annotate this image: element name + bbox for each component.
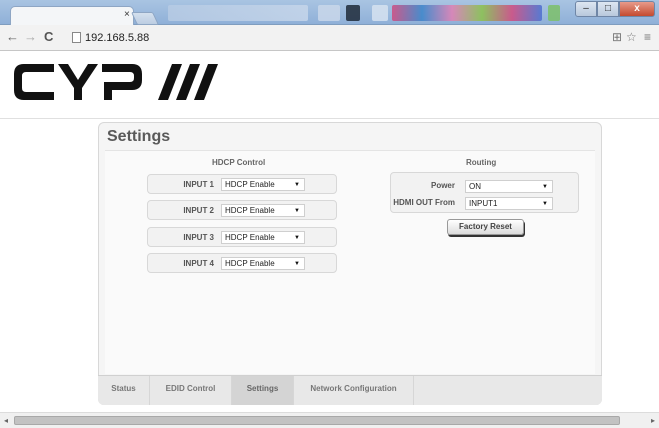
input4-hdcp-select[interactable]: HDCP Enable ▼ bbox=[221, 257, 305, 270]
chevron-down-icon: ▼ bbox=[542, 184, 548, 190]
input3-hdcp-value: HDCP Enable bbox=[225, 233, 275, 242]
window-buttons: – □ x bbox=[575, 1, 655, 17]
hdmi-out-label: HDMI OUT From bbox=[393, 198, 455, 207]
scroll-left-icon[interactable]: ◂ bbox=[4, 416, 8, 425]
taskbar-thumbnail bbox=[548, 5, 560, 21]
chevron-down-icon: ▼ bbox=[294, 261, 300, 267]
tab-close-icon[interactable]: × bbox=[124, 9, 130, 21]
power-value: ON bbox=[469, 182, 481, 191]
factory-reset-button[interactable]: Factory Reset bbox=[447, 219, 524, 235]
maximize-button[interactable]: □ bbox=[597, 1, 619, 17]
nav-tabs: Status EDID Control Settings Network Con… bbox=[98, 375, 602, 405]
input1-hdcp-select[interactable]: HDCP Enable ▼ bbox=[221, 178, 305, 191]
hdmi-out-value: INPUT1 bbox=[469, 199, 498, 208]
header-divider bbox=[0, 118, 659, 119]
chevron-down-icon: ▼ bbox=[294, 182, 300, 188]
routing-section-title: Routing bbox=[466, 158, 497, 167]
taskbar-thumbnail bbox=[372, 5, 388, 21]
tab-network-configuration[interactable]: Network Configuration bbox=[294, 376, 414, 405]
browser-toolbar: ← → C 192.168.5.88 ⊞ ☆ ≡ bbox=[0, 25, 659, 51]
tab-status[interactable]: Status bbox=[98, 376, 150, 405]
input4-hdcp-value: HDCP Enable bbox=[225, 259, 275, 268]
horizontal-scrollbar[interactable]: ◂ ▸ bbox=[0, 412, 659, 428]
back-icon[interactable]: ← bbox=[6, 29, 19, 45]
menu-icon[interactable]: ≡ bbox=[644, 30, 651, 44]
hdcp-row-input4: INPUT 4 HDCP Enable ▼ bbox=[147, 253, 337, 273]
chevron-down-icon: ▼ bbox=[294, 208, 300, 214]
hdcp-row-input1: INPUT 1 HDCP Enable ▼ bbox=[147, 174, 337, 194]
forward-icon[interactable]: → bbox=[24, 29, 37, 45]
input1-hdcp-value: HDCP Enable bbox=[225, 180, 275, 189]
input4-label: INPUT 4 bbox=[183, 259, 214, 268]
routing-box: Power ON ▼ HDMI OUT From INPUT1 ▼ bbox=[390, 172, 579, 213]
chevron-down-icon: ▼ bbox=[542, 201, 548, 207]
taskbar-thumbnail bbox=[346, 5, 360, 21]
minimize-button[interactable]: – bbox=[575, 1, 597, 17]
input1-label: INPUT 1 bbox=[183, 180, 214, 189]
taskbar-thumbnail bbox=[168, 5, 308, 21]
reload-icon[interactable]: C bbox=[44, 29, 53, 45]
input2-hdcp-select[interactable]: HDCP Enable ▼ bbox=[221, 204, 305, 217]
taskbar-thumbnail bbox=[392, 5, 542, 21]
scrollbar-thumb[interactable] bbox=[14, 416, 620, 425]
input2-label: INPUT 2 bbox=[183, 206, 214, 215]
url-text: 192.168.5.88 bbox=[85, 32, 150, 44]
input3-label: INPUT 3 bbox=[183, 233, 214, 242]
tab-settings[interactable]: Settings bbox=[232, 376, 294, 405]
chevron-down-icon: ▼ bbox=[294, 235, 300, 241]
scroll-right-icon[interactable]: ▸ bbox=[651, 416, 655, 425]
address-bar[interactable]: 192.168.5.88 bbox=[72, 29, 602, 47]
cyp-logo bbox=[14, 64, 218, 100]
hdmi-out-select[interactable]: INPUT1 ▼ bbox=[465, 197, 553, 210]
taskbar-thumbnail bbox=[318, 5, 340, 21]
star-icon[interactable]: ☆ bbox=[626, 30, 637, 44]
page-icon bbox=[72, 32, 81, 43]
tab-edid-control[interactable]: EDID Control bbox=[150, 376, 232, 405]
close-button[interactable]: x bbox=[619, 1, 655, 17]
hdcp-section-title: HDCP Control bbox=[212, 158, 266, 167]
hdcp-row-input3: INPUT 3 HDCP Enable ▼ bbox=[147, 227, 337, 247]
translate-icon[interactable]: ⊞ bbox=[612, 30, 622, 44]
input2-hdcp-value: HDCP Enable bbox=[225, 206, 275, 215]
new-tab-button[interactable] bbox=[130, 12, 160, 25]
window-titlebar: × – □ x bbox=[0, 0, 659, 26]
input3-hdcp-select[interactable]: HDCP Enable ▼ bbox=[221, 231, 305, 244]
power-select[interactable]: ON ▼ bbox=[465, 180, 553, 193]
page-title: Settings bbox=[107, 128, 171, 145]
browser-tab[interactable]: × bbox=[10, 6, 134, 26]
power-label: Power bbox=[430, 181, 455, 190]
hdcp-row-input2: INPUT 2 HDCP Enable ▼ bbox=[147, 200, 337, 220]
